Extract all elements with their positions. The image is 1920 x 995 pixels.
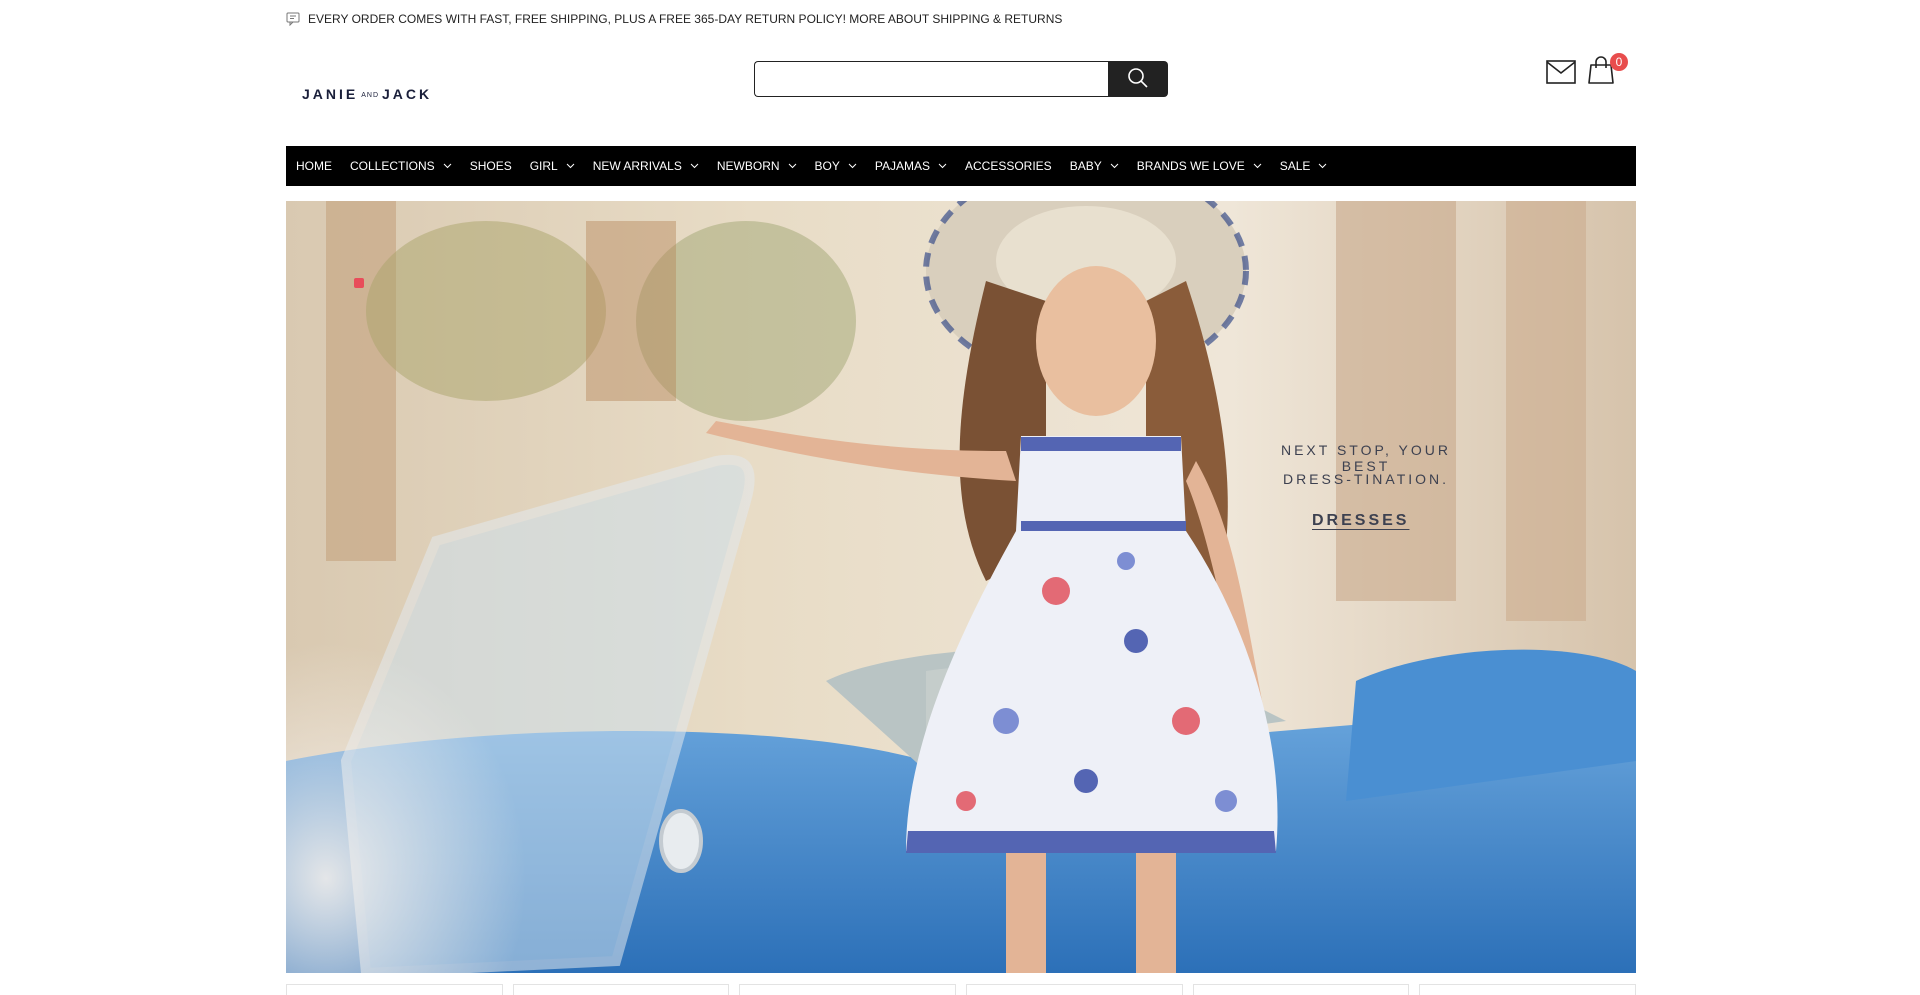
logo[interactable]: JANIE AND JACK xyxy=(302,86,432,102)
chevron-down-icon xyxy=(938,163,947,169)
category-tile[interactable] xyxy=(512,984,730,995)
chevron-down-icon xyxy=(566,163,575,169)
nav-item-shoes[interactable]: SHOES xyxy=(470,159,512,173)
category-tile[interactable] xyxy=(1419,984,1637,995)
hero-banner[interactable]: NEXT STOP, YOUR BEST DRESS-TINATION. DRE… xyxy=(286,201,1636,973)
nav-item-girl[interactable]: GIRL xyxy=(530,159,575,173)
search-input[interactable] xyxy=(754,61,1108,97)
category-tile[interactable] xyxy=(286,984,503,995)
announcement-bar: EVERY ORDER COMES WITH FAST, FREE SHIPPI… xyxy=(286,8,1636,30)
chevron-down-icon xyxy=(443,163,452,169)
chat-bubble-icon xyxy=(286,12,300,26)
search-icon xyxy=(1127,67,1149,92)
chevron-down-icon xyxy=(1318,163,1327,169)
cart-button[interactable]: 0 xyxy=(1588,53,1628,89)
hero-image xyxy=(286,201,1636,973)
logo-middle: AND xyxy=(361,92,380,99)
chevron-down-icon xyxy=(1253,163,1262,169)
cart-count-badge: 0 xyxy=(1610,53,1628,71)
category-tile[interactable] xyxy=(739,984,957,995)
logo-left: JANIE xyxy=(302,86,359,102)
mail-icon[interactable] xyxy=(1546,60,1576,89)
nav-item-new-arrivals[interactable]: NEW ARRIVALS xyxy=(593,159,699,173)
nav-item-collections[interactable]: COLLECTIONS xyxy=(350,159,452,173)
nav-item-sale[interactable]: SALE xyxy=(1280,159,1328,173)
chevron-down-icon xyxy=(690,163,699,169)
main-nav: HOME COLLECTIONS SHOES GIRL NEW ARRIVALS… xyxy=(286,146,1636,186)
hero-cta-link[interactable]: DRESSES xyxy=(1312,512,1409,530)
chevron-down-icon xyxy=(788,163,797,169)
search-button[interactable] xyxy=(1108,61,1168,97)
nav-item-newborn[interactable]: NEWBORN xyxy=(717,159,797,173)
category-tile[interactable] xyxy=(966,984,1183,995)
announcement-text[interactable]: EVERY ORDER COMES WITH FAST, FREE SHIPPI… xyxy=(308,12,1062,26)
category-tile[interactable] xyxy=(1192,984,1410,995)
nav-item-pajamas[interactable]: PAJAMAS xyxy=(875,159,947,173)
nav-item-boy[interactable]: BOY xyxy=(815,159,857,173)
nav-item-brands-we-love[interactable]: BRANDS WE LOVE xyxy=(1137,159,1262,173)
nav-item-baby[interactable]: BABY xyxy=(1070,159,1119,173)
chevron-down-icon xyxy=(848,163,857,169)
nav-item-accessories[interactable]: ACCESSORIES xyxy=(965,159,1052,173)
header-icons: 0 xyxy=(1546,53,1628,89)
chevron-down-icon xyxy=(1110,163,1119,169)
nav-item-home[interactable]: HOME xyxy=(296,159,332,173)
search-bar xyxy=(754,61,1168,97)
logo-right: JACK xyxy=(382,86,433,102)
